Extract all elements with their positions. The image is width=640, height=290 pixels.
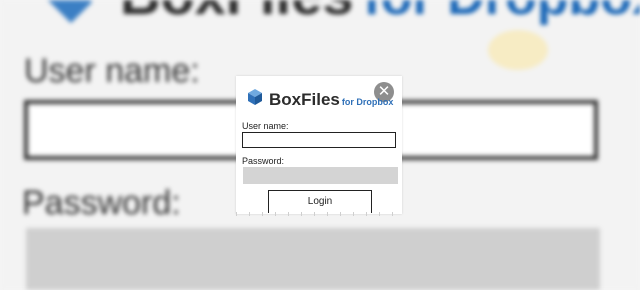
brand-subtitle: for Dropbox (341, 97, 394, 107)
login-button[interactable]: Login (268, 190, 372, 213)
background-brand-sub: for Dropbox (363, 0, 640, 26)
background-logo-icon (39, 0, 93, 24)
dialog-bottom-edge (236, 212, 402, 216)
password-label: Password: (242, 156, 285, 166)
background-brand-name: BoxFiles (120, 0, 353, 26)
brand-name: BoxFiles (269, 90, 340, 109)
brand-title: BoxFiles for Dropbox (269, 90, 393, 110)
background-username-label: User name: (24, 52, 200, 90)
background-password-label: Password: (22, 184, 181, 222)
password-field[interactable] (243, 167, 398, 184)
dropbox-box-icon (248, 89, 262, 105)
username-field[interactable] (242, 132, 396, 148)
username-label: User name: (242, 121, 289, 131)
login-dialog: ✕ BoxFiles for Dropbox User name: Passwor… (236, 76, 402, 216)
background-glow (488, 30, 548, 70)
background-password-field (26, 228, 600, 290)
background-brand: BoxFiles for Dropbox (120, 0, 640, 27)
